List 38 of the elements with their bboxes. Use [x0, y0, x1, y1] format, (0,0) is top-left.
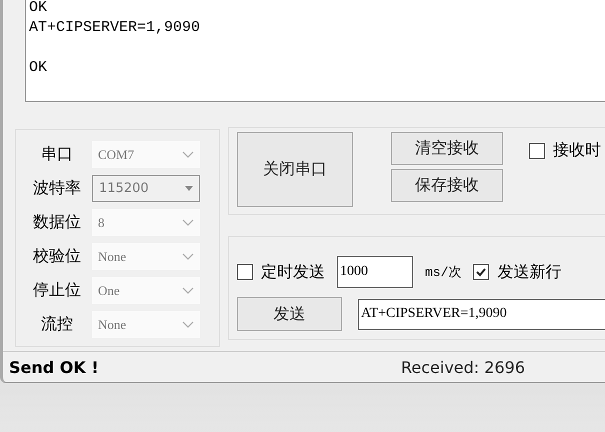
received-count: Received: 2696 [401, 358, 525, 376]
output-line: AT+CIPSERVER=1,9090 [29, 18, 200, 38]
chevron-down-icon [182, 219, 194, 226]
chevron-down-icon [182, 151, 194, 158]
checkbox[interactable] [237, 264, 253, 280]
receive-text-area[interactable]: OK AT+CIPSERVER=1,9090 OK [25, 0, 605, 102]
dropdown[interactable]: COM7 [92, 141, 200, 168]
setting-label: 流控 [40, 314, 74, 335]
checkbox-label: 接收时 [553, 140, 601, 161]
interval-field[interactable]: 1000 [337, 256, 413, 288]
send-field[interactable]: AT+CIPSERVER=1,9090 [358, 298, 605, 330]
output-line: OK [29, 0, 48, 18]
output-line: OK [29, 58, 48, 78]
unit-label: ms/次 [425, 264, 462, 281]
dropdown[interactable]: 8 [92, 209, 200, 236]
checkbox[interactable] [529, 142, 545, 158]
checkbox-label: 定时发送 [261, 262, 325, 282]
dropdown-arrow-icon [185, 186, 193, 191]
dropdown[interactable]: One [92, 277, 200, 304]
dropdown[interactable]: None [92, 311, 200, 338]
dropdown[interactable]: 115200 [92, 175, 200, 202]
setting-label: 停止位 [32, 280, 82, 301]
save-receive-button[interactable]: 保存接收 [391, 169, 503, 202]
setting-label: 校验位 [32, 246, 82, 267]
dropdown[interactable]: None [92, 243, 200, 270]
setting-label: 串口 [40, 144, 74, 165]
checkbox[interactable] [473, 264, 490, 280]
close-port-button[interactable]: 关闭串口 [237, 132, 353, 207]
chevron-down-icon [182, 321, 194, 328]
clear-receive-button[interactable]: 清空接收 [391, 132, 503, 165]
chevron-down-icon [182, 287, 194, 294]
chevron-down-icon [182, 253, 194, 260]
checkbox-label: 发送新行 [497, 262, 562, 282]
status-message: Send OK ! [9, 358, 100, 376]
setting-label: 数据位 [32, 212, 82, 233]
send-button[interactable]: 发送 [237, 297, 342, 331]
checkmark-icon [475, 266, 488, 278]
setting-label: 波特率 [32, 178, 82, 199]
